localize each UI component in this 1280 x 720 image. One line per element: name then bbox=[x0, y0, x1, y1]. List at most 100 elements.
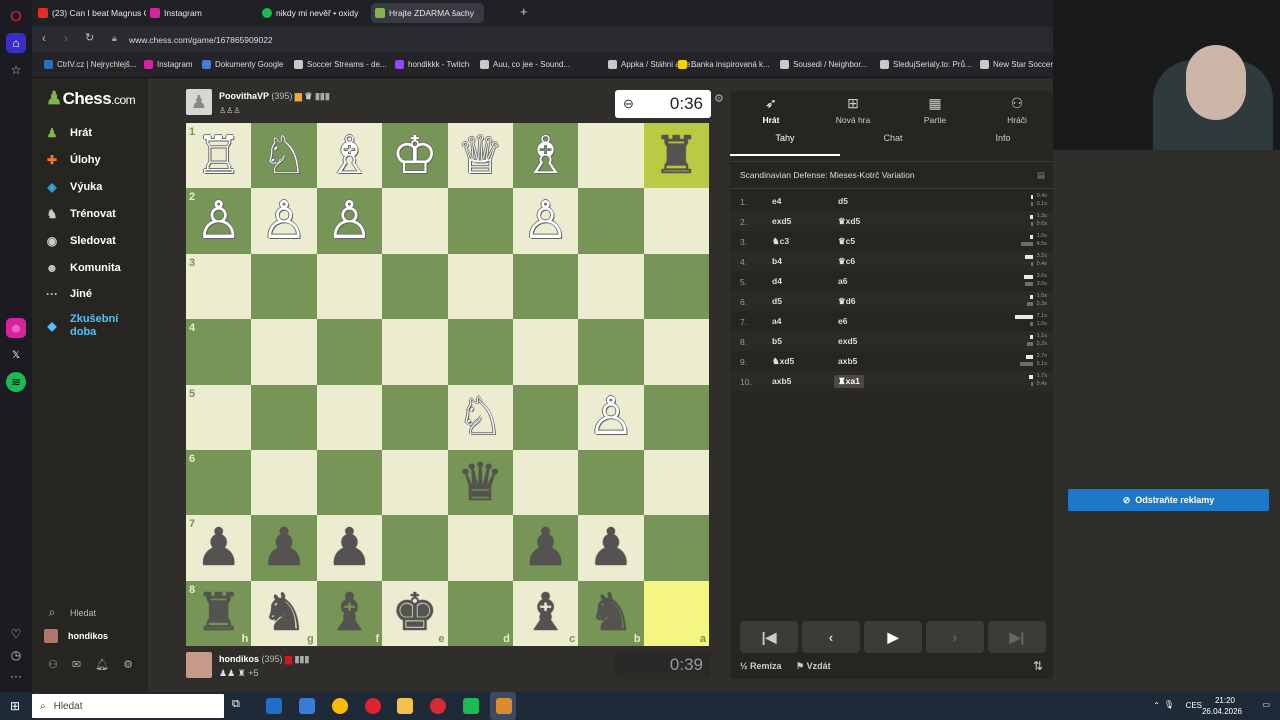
last-move-button[interactable]: ▶| bbox=[988, 621, 1046, 653]
chess-piece[interactable]: ♛ bbox=[457, 457, 504, 509]
white-move[interactable]: b5 bbox=[772, 336, 782, 346]
board-square[interactable]: ♟ bbox=[512, 515, 579, 581]
board-square[interactable] bbox=[447, 188, 513, 254]
board-square[interactable]: ♕ bbox=[447, 123, 513, 189]
tab-spotify[interactable]: nikdy mi nevěř • oxidy bbox=[258, 3, 370, 23]
board-square[interactable] bbox=[578, 253, 644, 320]
heart-icon[interactable]: ♡ bbox=[6, 624, 26, 644]
tab-chat[interactable]: Chat bbox=[838, 133, 948, 143]
board-settings-icon[interactable]: ⚙ bbox=[714, 92, 724, 105]
board-square[interactable] bbox=[251, 319, 317, 385]
board-square[interactable]: ♔ bbox=[382, 123, 448, 189]
games-button[interactable]: ▦ Partie bbox=[894, 95, 976, 125]
white-move[interactable]: a4 bbox=[772, 316, 781, 326]
board-square[interactable] bbox=[382, 253, 448, 320]
tab-moves[interactable]: Tahy bbox=[730, 133, 840, 143]
board-square[interactable] bbox=[643, 449, 709, 516]
board-square[interactable]: ♙ 2 bbox=[186, 188, 252, 254]
reload-icon[interactable]: ↻ bbox=[85, 31, 94, 44]
black-move[interactable]: d5 bbox=[838, 196, 848, 206]
chesscom-logo[interactable]: ♟ Chess .com bbox=[46, 88, 136, 109]
white-move[interactable]: axb5 bbox=[772, 376, 791, 386]
board-square[interactable] bbox=[382, 515, 448, 581]
chess-piece[interactable]: ♚ bbox=[392, 587, 439, 639]
flip-board-icon[interactable]: ⇅ bbox=[1033, 659, 1043, 673]
black-move[interactable]: axb5 bbox=[838, 356, 857, 366]
board-square[interactable]: ♜ 8 h bbox=[186, 580, 252, 646]
taskbar-search[interactable]: ⌕ Hledat bbox=[32, 694, 224, 718]
chess-piece[interactable]: ♙ bbox=[261, 195, 308, 247]
chess-piece[interactable]: ♝ bbox=[326, 587, 373, 639]
board-square[interactable]: ♜ bbox=[643, 123, 709, 189]
instagram-icon[interactable]: ◎ bbox=[6, 318, 26, 338]
black-move[interactable]: a6 bbox=[838, 276, 847, 286]
board-square[interactable] bbox=[382, 384, 448, 450]
sidebar-item-7[interactable]: ··· Jiné bbox=[44, 287, 92, 301]
board-square[interactable]: d bbox=[447, 580, 513, 646]
players-button[interactable]: ⚇ Hráči bbox=[976, 95, 1058, 125]
edge-icon[interactable] bbox=[266, 698, 282, 714]
chess-piece[interactable]: ♞ bbox=[588, 587, 635, 639]
board-square[interactable] bbox=[643, 515, 709, 581]
opponent-avatar[interactable]: ♟ bbox=[186, 89, 212, 115]
mail-icon[interactable]: ✉ bbox=[72, 658, 81, 671]
chevron-up-icon[interactable]: ⌃ bbox=[1153, 701, 1160, 710]
board-square[interactable]: ♟ bbox=[316, 515, 383, 581]
prev-move-button[interactable]: ‹ bbox=[802, 621, 860, 653]
more-dots-icon[interactable]: ··· bbox=[6, 666, 26, 686]
opponent-name[interactable]: PoovithaVP (395) ▆ ♛ ▮▮▮ bbox=[219, 91, 330, 102]
board-square[interactable] bbox=[316, 449, 383, 516]
opera-icon[interactable] bbox=[365, 698, 381, 714]
chess-piece[interactable]: ♟ bbox=[588, 522, 635, 574]
gear-icon[interactable]: ⚙ bbox=[123, 658, 133, 671]
board-square[interactable] bbox=[447, 319, 513, 385]
app-icon[interactable] bbox=[463, 698, 479, 714]
board-square[interactable] bbox=[512, 384, 579, 450]
board-square[interactable]: ♙ bbox=[512, 188, 579, 254]
board-square[interactable]: ♛ bbox=[447, 449, 513, 516]
board-square[interactable] bbox=[578, 188, 644, 254]
board-square[interactable] bbox=[643, 188, 709, 254]
bookmark-item[interactable]: CtrlV.cz | Nejrychlejš... bbox=[44, 60, 137, 69]
history-icon[interactable]: ◷ bbox=[6, 645, 26, 665]
board-square[interactable]: 3 bbox=[186, 253, 252, 320]
x-twitter-icon[interactable]: 𝕏 bbox=[6, 345, 26, 365]
chess-piece[interactable]: ♕ bbox=[457, 130, 504, 182]
chess-piece[interactable]: ♖ bbox=[195, 130, 242, 182]
chess-piece[interactable]: ♙ bbox=[326, 195, 373, 247]
chess-piece[interactable]: ♙ bbox=[588, 391, 635, 443]
black-move[interactable]: ♛xd5 bbox=[838, 216, 860, 227]
play-tab-button[interactable]: ➶ Hrát bbox=[730, 95, 812, 125]
sidebar-item-2[interactable]: ✚ Úlohy bbox=[44, 153, 101, 167]
black-move[interactable]: ♛d6 bbox=[838, 296, 856, 307]
board-square[interactable]: ♙ bbox=[251, 188, 317, 254]
board-square[interactable]: ♟ 7 bbox=[186, 515, 252, 581]
board-square[interactable]: ♙ bbox=[316, 188, 383, 254]
board-square[interactable] bbox=[643, 253, 709, 320]
new-game-button[interactable]: ⊞ Nová hra bbox=[812, 95, 894, 125]
chess-piece[interactable]: ♗ bbox=[326, 130, 373, 182]
white-move[interactable]: e4 bbox=[772, 196, 781, 206]
clock-time[interactable]: 21:20 bbox=[1215, 696, 1235, 705]
board-square[interactable]: ♝ c bbox=[512, 580, 579, 646]
white-move[interactable]: ♞c3 bbox=[772, 236, 789, 247]
white-move[interactable]: d4 bbox=[772, 276, 782, 286]
chess-piece[interactable]: ♟ bbox=[522, 522, 569, 574]
sidebar-item-6[interactable]: ☻ Komunita bbox=[44, 261, 121, 275]
board-square[interactable] bbox=[382, 449, 448, 516]
bookmark-item[interactable]: hondikkk - Twitch bbox=[395, 60, 469, 69]
board-square[interactable]: ♝ f bbox=[316, 580, 383, 646]
board-square[interactable] bbox=[512, 253, 579, 320]
board-square[interactable]: a bbox=[643, 580, 709, 646]
bookmark-item[interactable]: Instagram bbox=[144, 60, 193, 69]
board-square[interactable] bbox=[512, 449, 579, 516]
sidebar-item-5[interactable]: ◉ Sledovat bbox=[44, 234, 116, 248]
bookmark-item[interactable]: SledujSerialy.to: Prů... bbox=[880, 60, 972, 69]
board-square[interactable]: ♗ bbox=[316, 123, 383, 189]
board-square[interactable]: ♘ bbox=[447, 384, 513, 450]
chess-piece[interactable]: ♟ bbox=[326, 522, 373, 574]
url-input[interactable]: www.chess.com/game/167865909022 bbox=[129, 35, 273, 45]
board-square[interactable] bbox=[251, 384, 317, 450]
star-icon[interactable]: ☆ bbox=[6, 60, 26, 80]
app-icon[interactable] bbox=[430, 698, 446, 714]
